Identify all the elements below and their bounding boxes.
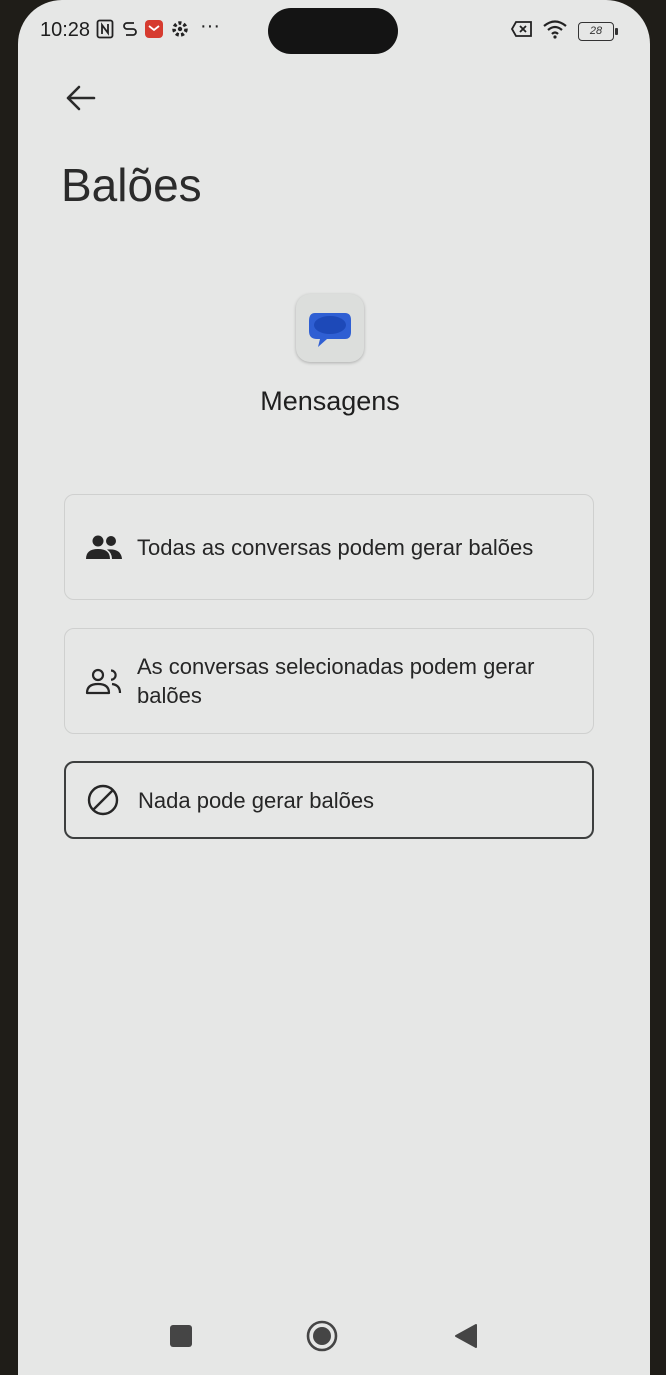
option-label: Nada pode gerar balões — [138, 787, 375, 813]
option-all-conversations[interactable]: Todas as conversas podem gerar balões — [64, 494, 594, 600]
arrow-left-icon — [66, 85, 96, 111]
camera-notch — [268, 8, 398, 54]
block-icon — [86, 783, 126, 817]
page-title: Balões — [61, 159, 202, 211]
back-nav-button[interactable] — [448, 1318, 484, 1354]
option-label: Todas as conversas podem gerar balões — [137, 534, 534, 560]
option-label: As conversas selecionadas podem gerar ba… — [137, 654, 535, 708]
wifi-icon — [542, 19, 568, 44]
app-name: Mensagens — [260, 386, 400, 416]
people-filled-icon — [85, 533, 125, 561]
sync-icon — [122, 19, 138, 44]
battery-indicator: 28 — [578, 22, 618, 41]
option-selected-conversations[interactable]: As conversas selecionadas podem gerar ba… — [64, 628, 594, 734]
nfc-icon — [96, 19, 114, 44]
back-button[interactable] — [60, 78, 100, 118]
phone-screen: 10:28 ··· 28 Balões Mensagens Todas as c… — [18, 0, 650, 1375]
people-outline-icon — [85, 667, 125, 695]
settings-gear-icon — [170, 19, 190, 44]
status-time: 10:28 — [40, 19, 91, 41]
circle-icon — [306, 1320, 338, 1352]
status-bar: 10:28 ··· 28 — [18, 0, 650, 62]
option-nothing[interactable]: Nada pode gerar balões — [64, 761, 594, 839]
mail-app-icon — [144, 19, 164, 44]
triangle-left-icon — [455, 1324, 477, 1348]
more-notifications-icon: ··· — [200, 15, 220, 37]
no-sim-icon — [510, 19, 534, 44]
square-icon — [170, 1325, 192, 1347]
navigation-bar — [18, 1300, 650, 1375]
recents-button[interactable] — [163, 1318, 199, 1354]
messages-app-icon — [296, 294, 364, 362]
home-button[interactable] — [304, 1318, 340, 1354]
